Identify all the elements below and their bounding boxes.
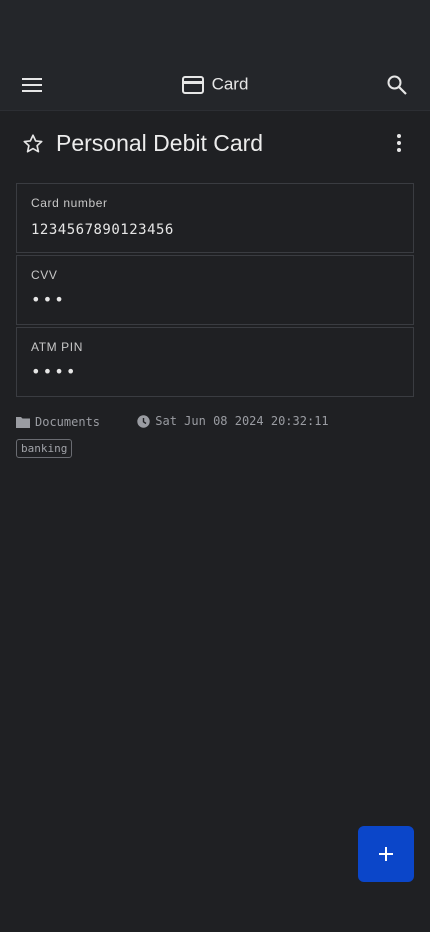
note-meta: Documents Sat Jun 08 2024 20:32:11 <box>16 414 359 431</box>
app-bar: Card <box>0 60 430 111</box>
modified-time: Sat Jun 08 2024 20:32:11 <box>137 414 329 428</box>
card-fields: Card number 1234567890123456 CVV ••• ATM… <box>16 183 414 399</box>
clock-icon <box>137 414 150 428</box>
credit-card-icon <box>181 75 204 94</box>
cvv-field[interactable]: CVV ••• <box>16 255 414 325</box>
field-value: 1234567890123456 <box>31 222 174 238</box>
atm-pin-field[interactable]: ATM PIN •••• <box>16 327 414 397</box>
more-options-icon[interactable] <box>396 134 402 156</box>
note-title: Personal Debit Card <box>56 130 264 156</box>
app-bar-title-text: Card <box>211 74 249 94</box>
plus-icon <box>379 847 393 861</box>
field-label: CVV <box>31 268 58 282</box>
star-icon[interactable] <box>22 133 44 155</box>
card-number-field[interactable]: Card number 1234567890123456 <box>16 183 414 253</box>
search-icon[interactable] <box>386 74 408 96</box>
note-header: Personal Debit Card <box>0 124 430 164</box>
folder-link[interactable]: Documents <box>16 415 100 429</box>
folder-name: Documents <box>35 414 101 429</box>
field-value: ••• <box>31 290 66 309</box>
folder-icon <box>16 416 30 428</box>
app-bar-title: Card <box>0 74 430 95</box>
add-button[interactable] <box>358 826 414 882</box>
field-label: ATM PIN <box>31 340 83 354</box>
tag-chip[interactable]: banking <box>16 439 73 458</box>
status-bar <box>0 0 430 60</box>
field-value: •••• <box>31 362 78 381</box>
field-label: Card number <box>31 196 108 210</box>
modified-time-text: Sat Jun 08 2024 20:32:11 <box>155 414 329 428</box>
